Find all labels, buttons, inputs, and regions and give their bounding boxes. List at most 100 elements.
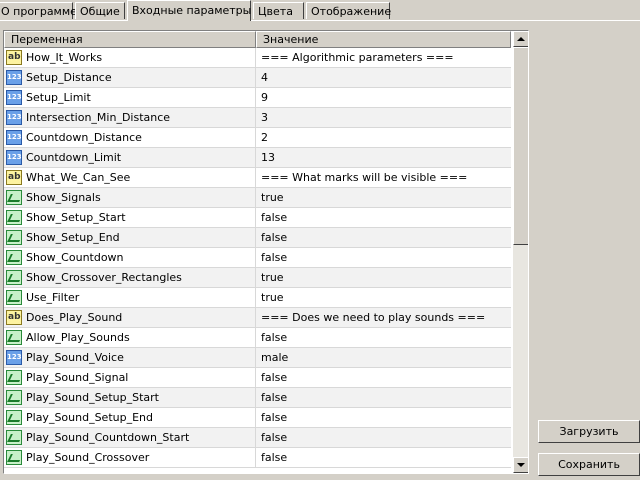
table-row[interactable]: Show_Countdown false: [4, 248, 511, 268]
boolean-type-icon: [6, 390, 22, 405]
column-header-variable[interactable]: Переменная: [4, 31, 256, 48]
tab-bar: О программе Общие Входные параметры Цвет…: [0, 0, 640, 22]
scroll-down-button[interactable]: [513, 457, 528, 473]
variable-name: Setup_Distance: [26, 71, 112, 84]
variable-name: How_It_Works: [26, 51, 103, 64]
variable-cell[interactable]: Play_Sound_Signal: [4, 368, 256, 387]
tab-baseline: [0, 20, 640, 21]
table-row[interactable]: How_It_Works === Algorithmic parameters =…: [4, 48, 511, 68]
variable-name: Show_Crossover_Rectangles: [26, 271, 182, 284]
table-row[interactable]: Show_Signals true: [4, 188, 511, 208]
table-row[interactable]: Play_Sound_Countdown_Start false: [4, 428, 511, 448]
table-row[interactable]: Countdown_Distance 2: [4, 128, 511, 148]
tab-visualization[interactable]: Отображение: [306, 2, 391, 19]
table-row[interactable]: Use_Filter true: [4, 288, 511, 308]
value-cell[interactable]: true: [261, 188, 284, 207]
table-row[interactable]: Intersection_Min_Distance 3: [4, 108, 511, 128]
value-cell[interactable]: false: [261, 368, 287, 387]
table-row[interactable]: Play_Sound_Setup_End false: [4, 408, 511, 428]
integer-type-icon: [6, 110, 22, 125]
variable-cell[interactable]: Setup_Limit: [4, 88, 256, 107]
variable-cell[interactable]: Countdown_Limit: [4, 148, 256, 167]
boolean-type-icon: [6, 290, 22, 305]
table-row[interactable]: What_We_Can_See === What marks will be vi…: [4, 168, 511, 188]
table-row[interactable]: Show_Crossover_Rectangles true: [4, 268, 511, 288]
table-row[interactable]: Allow_Play_Sounds false: [4, 328, 511, 348]
value-cell[interactable]: male: [261, 348, 288, 367]
table-row[interactable]: Does_Play_Sound === Does we need to play …: [4, 308, 511, 328]
variable-cell[interactable]: Play_Sound_Countdown_Start: [4, 428, 256, 447]
load-button[interactable]: Загрузить: [538, 420, 640, 443]
variable-cell[interactable]: Setup_Distance: [4, 68, 256, 87]
value-cell[interactable]: false: [261, 448, 287, 467]
scroll-thumb[interactable]: [513, 47, 528, 245]
tab-about[interactable]: О программе: [0, 2, 77, 19]
table-row[interactable]: Show_Setup_Start false: [4, 208, 511, 228]
text-type-icon: [6, 310, 22, 325]
value-cell[interactable]: === Algorithmic parameters ===: [261, 48, 454, 67]
variable-cell[interactable]: Show_Signals: [4, 188, 256, 207]
boolean-type-icon: [6, 330, 22, 345]
value-cell[interactable]: false: [261, 328, 287, 347]
value-cell[interactable]: 9: [261, 88, 268, 107]
value-cell[interactable]: true: [261, 268, 284, 287]
table-row[interactable]: Play_Sound_Voice male: [4, 348, 511, 368]
variable-cell[interactable]: Play_Sound_Voice: [4, 348, 256, 367]
scroll-up-button[interactable]: [513, 31, 528, 47]
variable-cell[interactable]: Show_Setup_Start: [4, 208, 256, 227]
boolean-type-icon: [6, 250, 22, 265]
value-cell[interactable]: 3: [261, 108, 268, 127]
value-cell[interactable]: true: [261, 288, 284, 307]
variable-cell[interactable]: Show_Setup_End: [4, 228, 256, 247]
table-row[interactable]: Setup_Limit 9: [4, 88, 511, 108]
value-cell[interactable]: false: [261, 248, 287, 267]
value-cell[interactable]: false: [261, 228, 287, 247]
tab-colors[interactable]: Цвета: [253, 2, 304, 19]
value-cell[interactable]: false: [261, 208, 287, 227]
table-row[interactable]: Setup_Distance 4: [4, 68, 511, 88]
boolean-type-icon: [6, 190, 22, 205]
variable-name: Intersection_Min_Distance: [26, 111, 171, 124]
variable-cell[interactable]: How_It_Works: [4, 48, 256, 67]
variable-name: What_We_Can_See: [26, 171, 131, 184]
value-cell[interactable]: false: [261, 428, 287, 447]
table-body: How_It_Works === Algorithmic parameters =…: [4, 48, 511, 468]
variable-cell[interactable]: Play_Sound_Crossover: [4, 448, 256, 467]
value-cell[interactable]: 4: [261, 68, 268, 87]
boolean-type-icon: [6, 430, 22, 445]
variable-cell[interactable]: Show_Countdown: [4, 248, 256, 267]
variable-name: Use_Filter: [26, 291, 80, 304]
value-cell[interactable]: === Does we need to play sounds ===: [261, 308, 485, 327]
variable-name: Play_Sound_Setup_Start: [26, 391, 159, 404]
variable-cell[interactable]: Play_Sound_Setup_Start: [4, 388, 256, 407]
integer-type-icon: [6, 350, 22, 365]
value-cell[interactable]: false: [261, 408, 287, 427]
tab-inputs[interactable]: Входные параметры: [127, 0, 251, 21]
table-row[interactable]: Play_Sound_Setup_Start false: [4, 388, 511, 408]
table-row[interactable]: Countdown_Limit 13: [4, 148, 511, 168]
variable-cell[interactable]: Show_Crossover_Rectangles: [4, 268, 256, 287]
column-header-value[interactable]: Значение: [256, 31, 511, 48]
vertical-scrollbar[interactable]: [513, 31, 528, 473]
save-button[interactable]: Сохранить: [538, 453, 640, 476]
integer-type-icon: [6, 130, 22, 145]
table-row[interactable]: Show_Setup_End false: [4, 228, 511, 248]
table-header: Переменная Значение: [4, 31, 511, 48]
value-cell[interactable]: 2: [261, 128, 268, 147]
variable-cell[interactable]: Allow_Play_Sounds: [4, 328, 256, 347]
boolean-type-icon: [6, 370, 22, 385]
table-row[interactable]: Play_Sound_Crossover false: [4, 448, 511, 468]
table-row[interactable]: Play_Sound_Signal false: [4, 368, 511, 388]
scroll-up-arrow-icon: [517, 37, 525, 41]
variable-cell[interactable]: Does_Play_Sound: [4, 308, 256, 327]
value-cell[interactable]: 13: [261, 148, 275, 167]
variable-cell[interactable]: Intersection_Min_Distance: [4, 108, 256, 127]
value-cell[interactable]: false: [261, 388, 287, 407]
variable-cell[interactable]: What_We_Can_See: [4, 168, 256, 187]
variable-cell[interactable]: Use_Filter: [4, 288, 256, 307]
variable-cell[interactable]: Countdown_Distance: [4, 128, 256, 147]
variable-name: Show_Setup_Start: [26, 211, 126, 224]
tab-common[interactable]: Общие: [75, 2, 125, 19]
variable-cell[interactable]: Play_Sound_Setup_End: [4, 408, 256, 427]
value-cell[interactable]: === What marks will be visible ===: [261, 168, 467, 187]
